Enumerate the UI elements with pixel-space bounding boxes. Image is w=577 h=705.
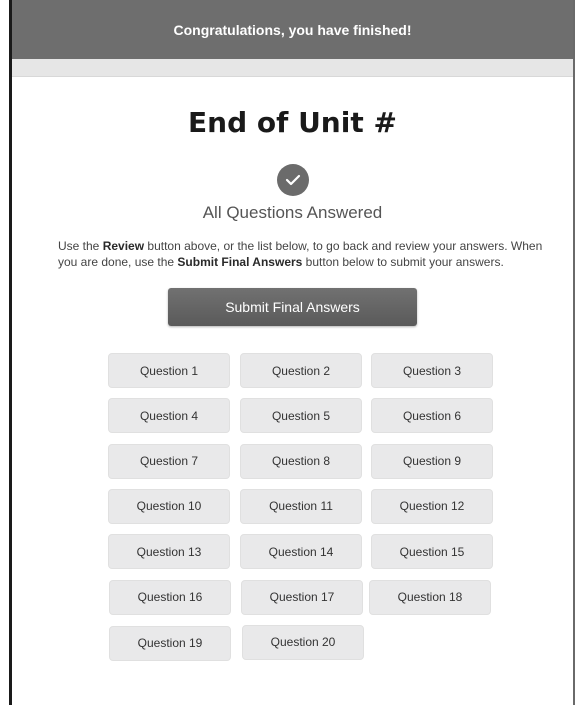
- check-icon: [276, 164, 309, 196]
- instructions-submit-label: Submit Final Answers: [177, 255, 303, 269]
- question-8-button[interactable]: Question 8: [240, 443, 362, 479]
- question-11-button[interactable]: Question 11: [240, 488, 362, 524]
- instructions-part1: Use the: [58, 239, 103, 253]
- question-17-button[interactable]: Question 17: [241, 579, 363, 615]
- page-title: End of Unit #: [188, 106, 397, 139]
- toolbar-strip: [12, 59, 573, 77]
- question-6-button[interactable]: Question 6: [371, 398, 493, 434]
- question-16-button[interactable]: Question 16: [109, 579, 231, 615]
- banner-text: Congratulations, you have finished!: [173, 21, 412, 38]
- instructions-review-label: Review: [102, 239, 145, 253]
- question-18-button[interactable]: Question 18: [369, 579, 491, 615]
- instructions-part3: button below to submit your answers.: [302, 255, 504, 269]
- status-icon-wrap: [12, 164, 573, 196]
- submit-final-answers-button[interactable]: Submit Final Answers: [168, 288, 417, 326]
- completion-banner: Congratulations, you have finished!: [12, 0, 573, 59]
- question-20-button[interactable]: Question 20: [242, 624, 364, 660]
- status-text: All Questions Answered: [202, 203, 383, 222]
- question-4-button[interactable]: Question 4: [108, 398, 230, 434]
- question-7-button[interactable]: Question 7: [108, 443, 230, 479]
- question-12-button[interactable]: Question 12: [371, 488, 493, 524]
- instructions-text: Use the Review button above, or the list…: [58, 238, 543, 270]
- quiz-window: Congratulations, you have finished! End …: [9, 0, 575, 705]
- question-15-button[interactable]: Question 15: [371, 534, 493, 570]
- question-13-button[interactable]: Question 13: [108, 534, 230, 570]
- question-1-button[interactable]: Question 1: [108, 353, 230, 388]
- question-5-button[interactable]: Question 5: [240, 398, 362, 434]
- question-3-button[interactable]: Question 3: [371, 353, 493, 388]
- question-19-button[interactable]: Question 19: [109, 625, 231, 661]
- question-2-button[interactable]: Question 2: [240, 353, 362, 388]
- question-10-button[interactable]: Question 10: [108, 488, 230, 524]
- question-14-button[interactable]: Question 14: [240, 534, 362, 570]
- question-9-button[interactable]: Question 9: [371, 443, 493, 479]
